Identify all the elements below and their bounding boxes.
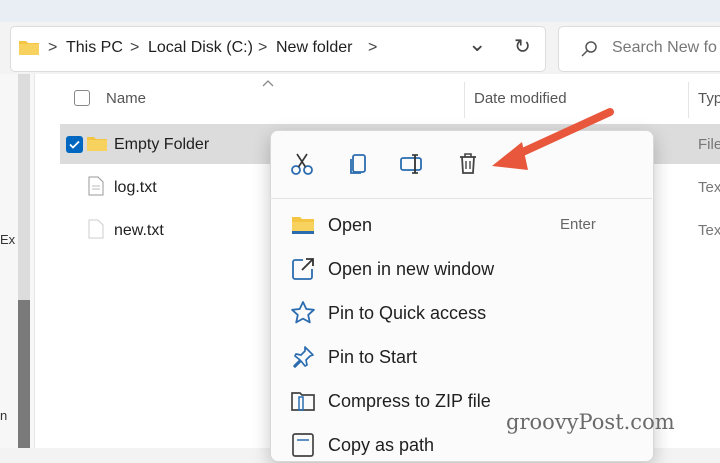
zip-icon [290,388,316,414]
text-file-icon [88,176,104,201]
file-type: File [698,136,720,153]
folder-icon [86,134,108,157]
nav-item-fragment[interactable]: n [0,408,7,423]
menu-item-pin-start[interactable]: Pin to Start [328,344,417,370]
menu-divider [270,198,652,199]
file-name[interactable]: log.txt [114,177,157,199]
nav-item-fragment[interactable]: Ex [0,232,15,247]
menu-item-open[interactable]: Open [328,212,372,238]
folder-icon [18,38,40,61]
search-icon [580,40,598,63]
folder-open-icon [290,212,316,238]
sort-up-icon [262,74,274,92]
file-type: Tex [698,222,720,239]
select-all-checkbox[interactable] [74,90,90,106]
column-divider[interactable] [464,82,465,118]
breadcrumb-separator: > [48,39,58,56]
breadcrumb-separator: > [130,39,140,56]
chevron-down-icon[interactable]: ⌄ [468,30,486,58]
arrow-annotation-icon [478,100,618,185]
file-name[interactable]: new.txt [114,220,164,242]
open-new-window-icon [290,256,316,282]
menu-item-pin-quick-access[interactable]: Pin to Quick access [328,300,486,326]
breadcrumb-separator: > [258,39,268,56]
scrollbar-thumb[interactable] [18,300,30,448]
column-divider[interactable] [688,82,689,118]
copy-icon[interactable] [344,150,372,183]
text-file-icon [88,219,104,244]
pin-icon [290,344,316,370]
cut-icon[interactable] [288,150,316,183]
menu-item-open-new-window[interactable]: Open in new window [328,256,494,282]
breadcrumb-this-pc[interactable]: This PC [66,36,123,60]
breadcrumb-new-folder[interactable]: New folder [276,36,352,60]
scrollbar-track[interactable] [18,74,30,300]
column-header-type[interactable]: Typ [698,88,720,110]
watermark: groovyPost.com [506,410,675,434]
row-checkbox-checked[interactable] [66,136,83,153]
star-icon [290,300,316,326]
search-input[interactable]: Search New fo [612,36,717,60]
shortcut-label: Enter [560,216,596,233]
menu-item-compress-zip[interactable]: Compress to ZIP file [328,388,491,414]
file-type: Tex [698,179,720,196]
breadcrumb-separator: > [368,39,378,56]
file-name[interactable]: Empty Folder [114,134,209,156]
menu-item-copy-as-path[interactable]: Copy as path [328,432,434,458]
copy-path-icon [290,432,316,458]
column-header-name[interactable]: Name [106,88,146,110]
breadcrumb-local-disk[interactable]: Local Disk (C:) [148,36,253,60]
rename-icon[interactable] [398,150,426,183]
refresh-icon[interactable]: ↻ [514,34,531,60]
title-strip [0,0,720,22]
